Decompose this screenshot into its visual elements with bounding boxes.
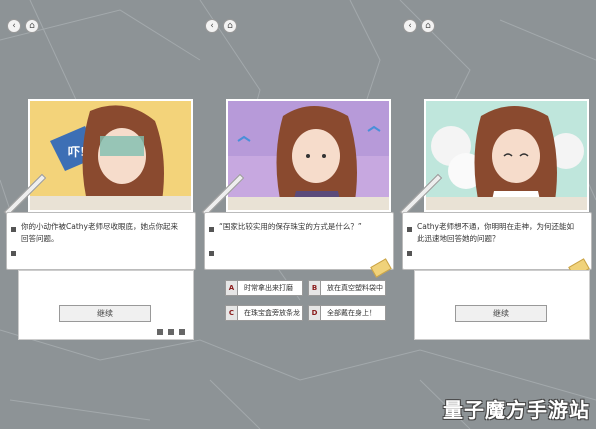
continue-button[interactable]: 继续 <box>59 305 151 322</box>
page-indicator <box>168 329 174 335</box>
panel-2: ‹ ⌂ “国家比较实用的保存珠宝的方式是什么？” A 时常拿出来打磨 B 放在真空塑… <box>200 0 396 429</box>
bullet-icon <box>407 227 412 232</box>
bullet-icon <box>11 251 16 256</box>
panel-1-nav: ‹ ⌂ <box>7 19 39 33</box>
back-icon[interactable]: ‹ <box>7 19 21 33</box>
choice-key: B <box>309 281 321 295</box>
choice-label: 放在真空塑料袋中 <box>327 284 383 292</box>
panel-3-nav: ‹ ⌂ <box>403 19 435 33</box>
bullet-icon <box>209 251 214 256</box>
bullet-icon <box>11 227 16 232</box>
choice-label: 在珠宝盒旁放条龙 <box>244 309 300 317</box>
choice-d[interactable]: D 全部戴在身上！ <box>308 305 386 321</box>
choice-key: C <box>226 306 238 320</box>
bullet-icon <box>407 251 412 256</box>
choice-a[interactable]: A 时常拿出来打磨 <box>225 280 303 296</box>
dialog-box: Cathy老师想不通，你明明在走神，为何还能如此迅速地回答她的问题？ <box>402 212 592 270</box>
home-icon[interactable]: ⌂ <box>25 19 39 33</box>
dialog-text: 你的小动作被Cathy老师尽收眼底，她点你起来回答问题。 <box>21 222 178 243</box>
continue-button[interactable]: 继续 <box>455 305 547 322</box>
home-icon[interactable]: ⌂ <box>223 19 237 33</box>
watermark-text: 量子魔方手游站 <box>443 398 590 422</box>
story-illustration: 吓! <box>28 99 193 212</box>
choice-key: D <box>309 306 321 320</box>
page-indicator <box>157 329 163 335</box>
dialog-text: “国家比较实用的保存珠宝的方式是什么？” <box>219 222 362 231</box>
home-icon[interactable]: ⌂ <box>421 19 435 33</box>
back-icon[interactable]: ‹ <box>403 19 417 33</box>
choice-area: 继续 <box>414 270 590 340</box>
choice-b[interactable]: B 放在真空塑料袋中 <box>308 280 386 296</box>
panel-3: ‹ ⌂ Cathy老师想不通，你明明在走神，为何还能如此迅速地回答她的问题？ 继… <box>398 0 594 429</box>
dialog-box: 你的小动作被Cathy老师尽收眼底，她点你起来回答问题。 <box>6 212 196 270</box>
choice-c[interactable]: C 在珠宝盒旁放条龙 <box>225 305 303 321</box>
dialog-box: “国家比较实用的保存珠宝的方式是什么？” <box>204 212 394 270</box>
page-indicator <box>179 329 185 335</box>
story-illustration <box>226 99 391 212</box>
choice-area: 继续 <box>18 270 194 340</box>
choice-key: A <box>226 281 238 295</box>
dialog-text: Cathy老师想不通，你明明在走神，为何还能如此迅速地回答她的问题？ <box>417 222 574 243</box>
bullet-icon <box>209 227 214 232</box>
panel-1: ‹ ⌂ 吓! 你的小动作被Cathy老师尽收眼底，她点你起来回答问题。 继续 <box>2 0 198 429</box>
story-illustration <box>424 99 589 212</box>
panel-2-nav: ‹ ⌂ <box>205 19 237 33</box>
choice-label: 时常拿出来打磨 <box>244 284 293 292</box>
choice-label: 全部戴在身上！ <box>327 309 376 317</box>
back-icon[interactable]: ‹ <box>205 19 219 33</box>
